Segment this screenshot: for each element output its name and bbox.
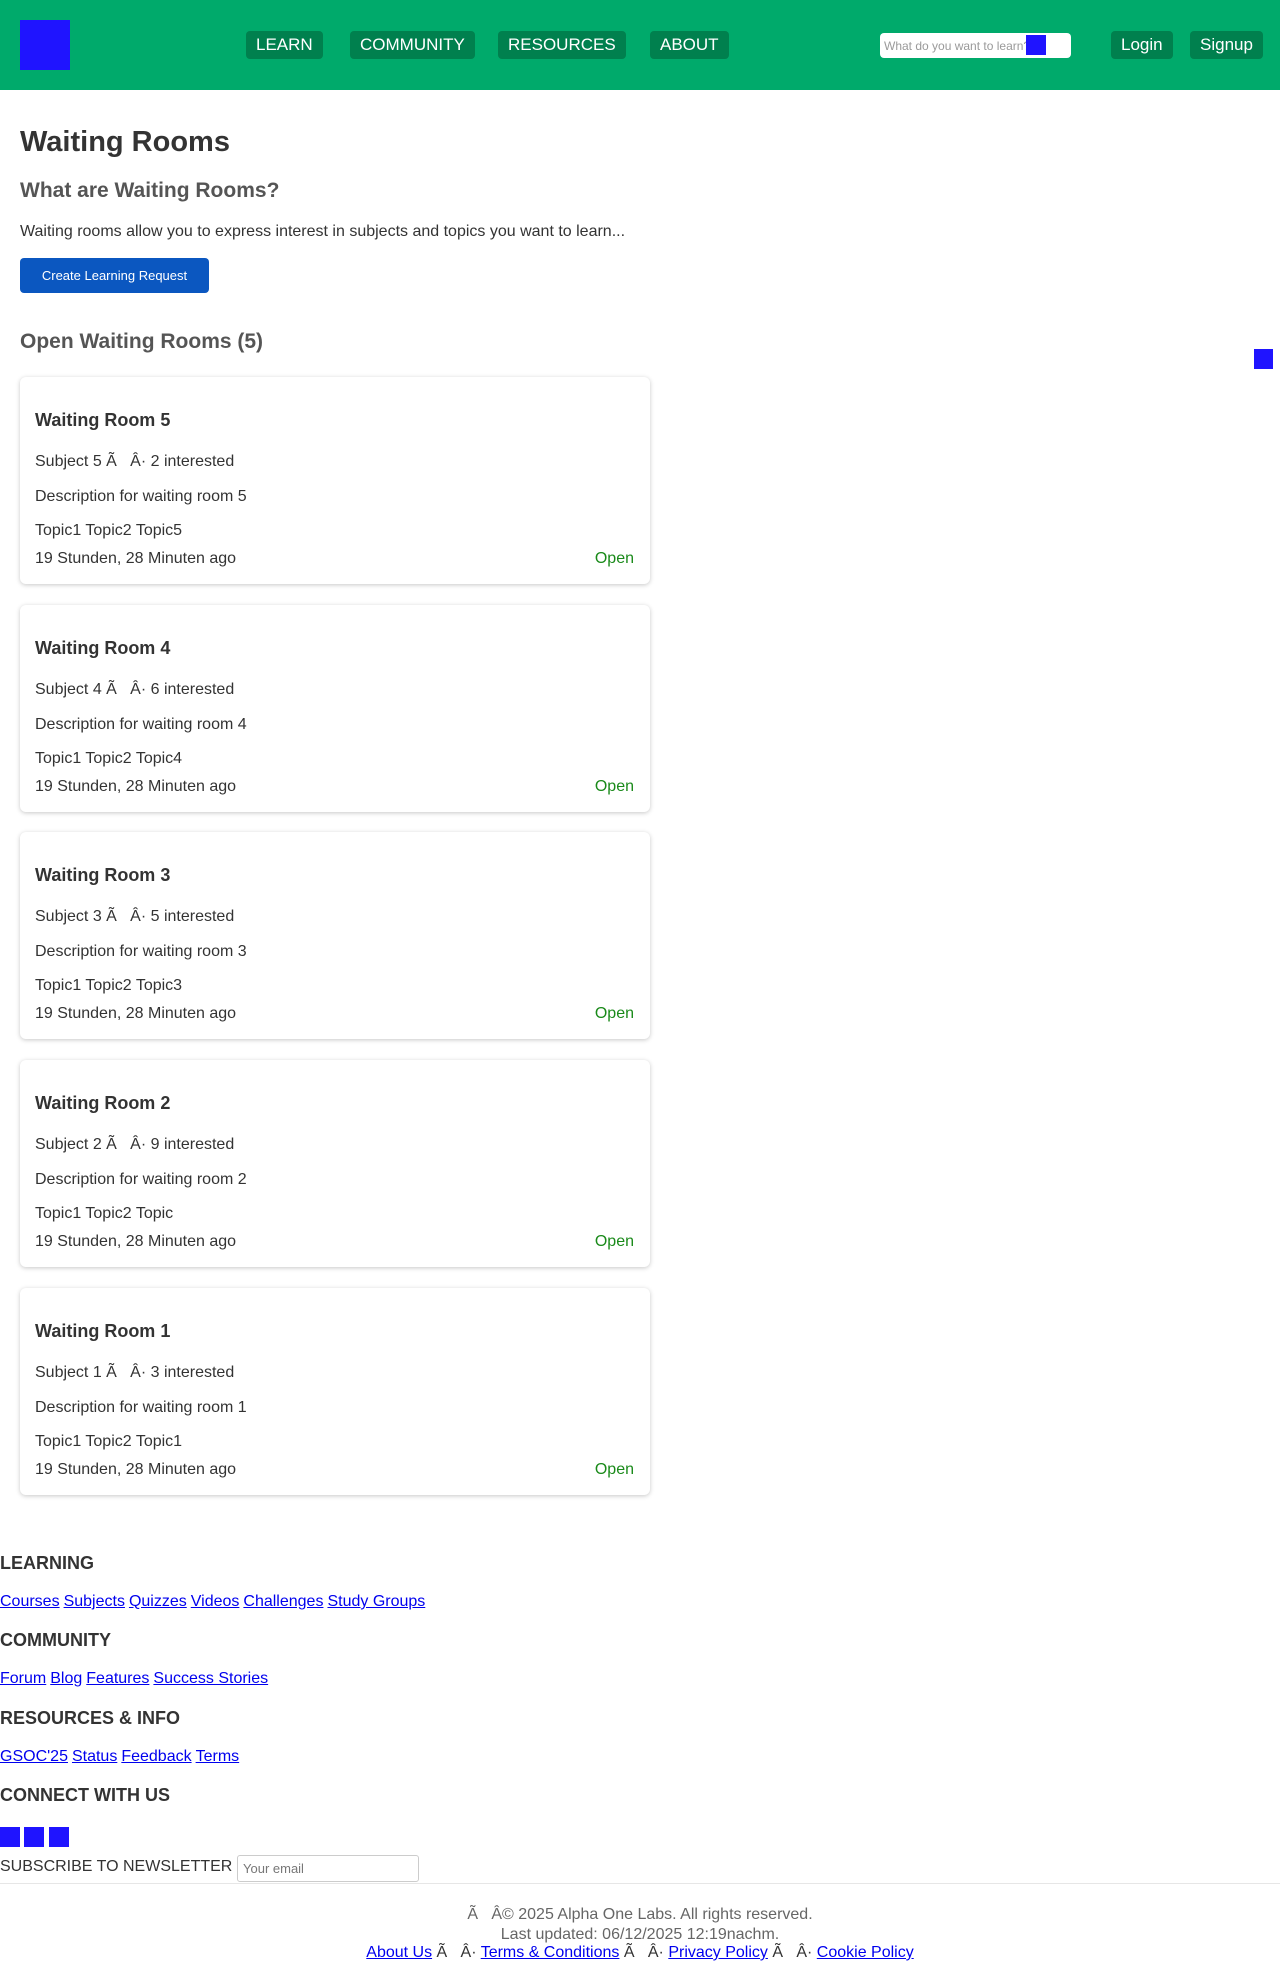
- room-time: 19 Stunden, 28 Minuten ago: [35, 1005, 237, 1022]
- status-badge: Open: [594, 1461, 634, 1478]
- footer-link-terms-conditions[interactable]: Terms & Conditions: [481, 1944, 620, 1961]
- footer-link-videos[interactable]: Videos: [191, 1593, 240, 1610]
- footer-learning-heading: LEARNING: [0, 1553, 94, 1573]
- footer-link-courses[interactable]: Courses: [0, 1593, 60, 1610]
- search-input[interactable]: [884, 36, 1032, 55]
- footer-link-privacy-policy[interactable]: Privacy Policy: [668, 1944, 768, 1961]
- room-description: Description for waiting room 5: [35, 488, 247, 505]
- room-time: 19 Stunden, 28 Minuten ago: [35, 1461, 237, 1478]
- legal-separator: Ã Â·: [767, 1944, 817, 1961]
- nav-resources-button[interactable]: RESOURCES: [498, 31, 626, 59]
- room-title[interactable]: Waiting Room 3: [35, 865, 170, 886]
- room-description: Description for waiting room 3: [35, 943, 247, 960]
- nav-about-button[interactable]: ABOUT: [650, 31, 729, 59]
- legal-separator: Ã Â·: [432, 1944, 481, 1961]
- footer-divider: [0, 1883, 1280, 1884]
- room-time: 19 Stunden, 28 Minuten ago: [35, 778, 237, 795]
- room-topics: Topic1 Topic2 Topic4: [35, 750, 183, 767]
- social-icon[interactable]: [24, 1827, 44, 1847]
- room-topics: Topic1 Topic2 Topic1: [35, 1433, 183, 1450]
- room-time: 19 Stunden, 28 Minuten ago: [35, 550, 237, 567]
- room-topics: Topic1 Topic2 Topic5: [35, 522, 183, 539]
- side-widget-icon[interactable]: [1254, 349, 1273, 369]
- room-description: Description for waiting room 1: [35, 1399, 247, 1416]
- room-time: 19 Stunden, 28 Minuten ago: [35, 1233, 237, 1250]
- search-icon[interactable]: [1026, 35, 1046, 55]
- room-meta: Subject 2 Ã Â· 9 interested: [35, 1136, 235, 1153]
- social-icon[interactable]: [49, 1827, 69, 1847]
- footer-community-heading: COMMUNITY: [0, 1630, 111, 1650]
- room-topics: Topic1 Topic2 Topic3: [35, 977, 183, 994]
- newsletter-label: SUBSCRIBE TO NEWSLETTER: [0, 1858, 233, 1875]
- footer-link-cookie-policy[interactable]: Cookie Policy: [817, 1944, 914, 1961]
- status-badge: Open: [594, 1005, 634, 1022]
- footer-learning-links: Courses Subjects Quizzes Videos Challenges St…: [0, 1593, 429, 1611]
- status-badge: Open: [594, 778, 634, 795]
- copyright-text: Ã Â© 2025 Alpha One Labs. All rights res…: [467, 1906, 813, 1923]
- social-icon[interactable]: [0, 1827, 20, 1847]
- waiting-room-card[interactable]: Waiting Room 4 Subject 4 Ã Â· 6 interest…: [20, 605, 650, 812]
- site-header: LEARN COMMUNITY RESOURCES ABOUT Login Si…: [0, 0, 1280, 90]
- waiting-room-card[interactable]: Waiting Room 2 Subject 2 Ã Â· 9 interest…: [20, 1060, 650, 1267]
- footer-link-feedback[interactable]: Feedback: [121, 1748, 191, 1765]
- signup-button[interactable]: Signup: [1190, 31, 1263, 59]
- page-title: Waiting Rooms: [20, 126, 230, 158]
- nav-learn-button[interactable]: LEARN: [246, 31, 323, 59]
- nav-community-button[interactable]: COMMUNITY: [350, 31, 475, 59]
- legal-separator: Ã Â·: [619, 1944, 669, 1961]
- waiting-room-card[interactable]: Waiting Room 5 Subject 5 Ã Â· 2 interest…: [20, 377, 650, 584]
- room-meta: Subject 5 Ã Â· 2 interested: [35, 453, 235, 470]
- last-updated-text: Last updated: 06/12/2025 12:19nachm.: [500, 1926, 780, 1943]
- intro-heading: What are Waiting Rooms?: [20, 179, 280, 202]
- room-meta: Subject 4 Ã Â· 6 interested: [35, 681, 235, 698]
- footer-link-blog[interactable]: Blog: [50, 1670, 82, 1687]
- waiting-room-card[interactable]: Waiting Room 1 Subject 1 Ã Â· 3 interest…: [20, 1288, 650, 1495]
- room-title[interactable]: Waiting Room 2: [35, 1093, 170, 1114]
- newsletter-email-input[interactable]: [237, 1855, 419, 1882]
- footer-link-subjects[interactable]: Subjects: [64, 1593, 125, 1610]
- footer-link-success-stories[interactable]: Success Stories: [153, 1670, 268, 1687]
- footer-community-links: Forum Blog Features Success Stories: [0, 1670, 272, 1688]
- room-description: Description for waiting room 4: [35, 716, 247, 733]
- room-meta: Subject 1 Ã Â· 3 interested: [35, 1364, 235, 1381]
- login-button[interactable]: Login: [1111, 31, 1173, 59]
- footer-link-terms[interactable]: Terms: [196, 1748, 240, 1765]
- footer-link-gsoc[interactable]: GSOC'25: [0, 1748, 68, 1765]
- site-logo[interactable]: [20, 20, 70, 70]
- room-description: Description for waiting room 2: [35, 1171, 247, 1188]
- search-box: [880, 33, 1071, 58]
- footer-resources-links: GSOC'25 Status Feedback Terms: [0, 1748, 243, 1766]
- footer-link-features[interactable]: Features: [86, 1670, 149, 1687]
- waiting-room-card[interactable]: Waiting Room 3 Subject 3 Ã Â· 5 interest…: [20, 832, 650, 1039]
- footer-connect-heading: CONNECT WITH US: [0, 1785, 170, 1805]
- room-title[interactable]: Waiting Room 5: [35, 410, 170, 431]
- footer-link-study-groups[interactable]: Study Groups: [327, 1593, 425, 1610]
- create-learning-request-button[interactable]: Create Learning Request: [20, 258, 209, 293]
- status-badge: Open: [594, 550, 634, 567]
- footer-link-challenges[interactable]: Challenges: [243, 1593, 323, 1610]
- status-badge: Open: [594, 1233, 634, 1250]
- footer-link-quizzes[interactable]: Quizzes: [129, 1593, 187, 1610]
- footer-link-forum[interactable]: Forum: [0, 1670, 46, 1687]
- footer-resources-heading: RESOURCES & INFO: [0, 1708, 181, 1728]
- footer-link-about-us[interactable]: About Us: [366, 1944, 432, 1961]
- room-title[interactable]: Waiting Room 1: [35, 1321, 170, 1342]
- legal-links: About Us Ã Â· Terms & Conditions Ã Â· Pr…: [0, 1944, 1280, 1962]
- room-topics: Topic1 Topic2 Topic: [35, 1205, 174, 1222]
- room-title[interactable]: Waiting Room 4: [35, 638, 170, 659]
- footer-link-status[interactable]: Status: [72, 1748, 117, 1765]
- open-rooms-heading: Open Waiting Rooms (5): [20, 330, 264, 353]
- intro-text: Waiting rooms allow you to express inter…: [20, 223, 626, 240]
- room-meta: Subject 3 Ã Â· 5 interested: [35, 908, 235, 925]
